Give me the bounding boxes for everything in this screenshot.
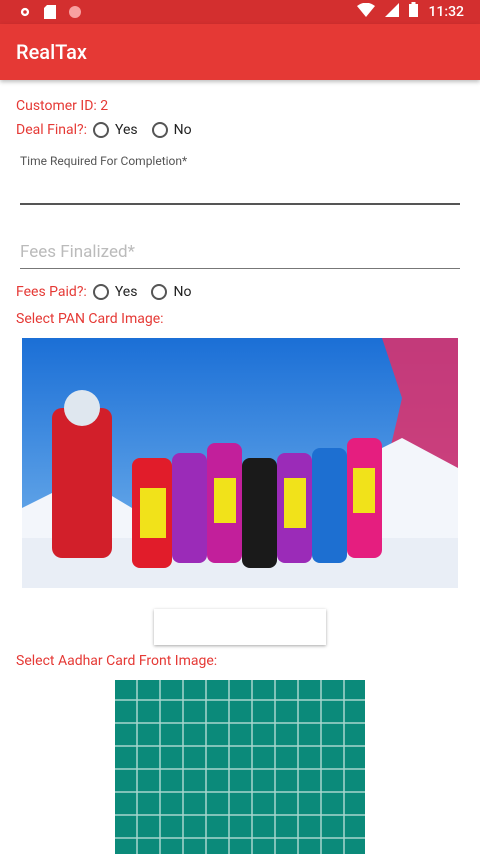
sd-card-icon	[44, 4, 56, 23]
radio-circle-icon	[92, 284, 109, 300]
fees-paid-row: Fees Paid?: Yes No	[16, 284, 199, 300]
deal-final-yes-radio[interactable]: Yes	[93, 122, 138, 138]
fees-paid-yes-radio[interactable]: Yes	[92, 284, 138, 300]
deal-final-yes-label: Yes	[115, 122, 138, 138]
select-pan-button[interactable]	[154, 609, 326, 645]
clock: 11:32	[428, 3, 464, 20]
time-required-label: Time Required For Completion*	[20, 154, 188, 168]
fees-finalized-input[interactable]: Fees Finalized*	[20, 242, 135, 262]
radio-circle-icon	[93, 122, 110, 138]
deal-final-row: Deal Final?: Yes No	[16, 122, 200, 138]
aadhar-front-image[interactable]	[115, 680, 365, 854]
deal-final-no-label: No	[173, 122, 192, 138]
battery-icon	[409, 2, 419, 21]
fees-paid-label: Fees Paid?:	[16, 284, 87, 300]
pan-card-image[interactable]	[22, 338, 458, 588]
select-pan-label: Select PAN Card Image:	[16, 311, 164, 327]
settings-icon	[18, 4, 32, 23]
record-icon	[68, 4, 82, 23]
fees-paid-no-radio[interactable]: No	[151, 284, 191, 300]
deal-final-label: Deal Final?:	[16, 122, 88, 138]
select-aadhar-front-label: Select Aadhar Card Front Image:	[16, 653, 218, 669]
fees-finalized-underline	[20, 268, 460, 269]
app-bar: RealTax	[0, 24, 480, 80]
signal-icon	[385, 2, 400, 21]
time-required-input[interactable]	[20, 203, 460, 205]
deal-final-no-radio[interactable]: No	[151, 122, 192, 138]
fees-paid-yes-label: Yes	[114, 284, 138, 300]
customer-id: Customer ID: 2	[16, 98, 109, 114]
app-title: RealTax	[16, 40, 87, 64]
fees-paid-no-label: No	[173, 284, 192, 300]
radio-circle-icon	[151, 122, 168, 138]
status-bar: 11:32	[0, 0, 480, 24]
radio-circle-icon	[151, 284, 168, 300]
wifi-icon	[357, 2, 376, 21]
